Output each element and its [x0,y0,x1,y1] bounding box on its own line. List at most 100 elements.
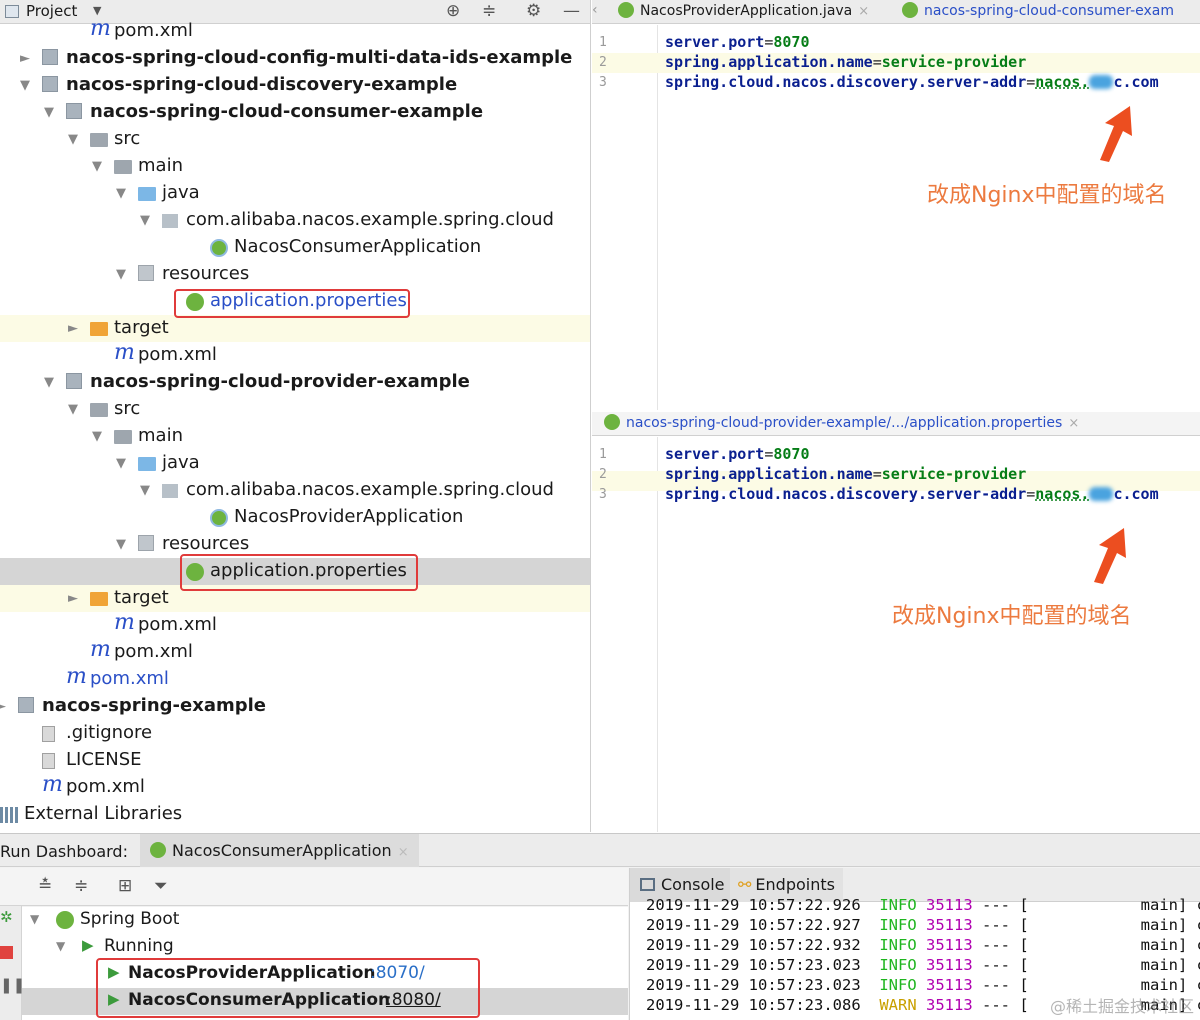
tree-item[interactable]: LICENSE [0,747,590,774]
chevron-down-icon[interactable]: ▼ [92,159,102,174]
log-line: 2019-11-29 10:57:22.926 INFO 35113 --- [… [646,896,1200,914]
log-pid: 35113 [926,976,973,994]
log-thread: main [1140,956,1178,974]
tree-item[interactable]: ▼ java [0,450,590,477]
tree-item-label: com.alibaba.nacos.example.spring.cloud [186,479,554,500]
tree-item[interactable]: m pom.xml [0,664,590,693]
tree-item[interactable]: ► nacos-spring-cloud-config-multi-data-id… [0,45,590,72]
tree-item[interactable]: ▼ src [0,126,590,153]
log-thread: main [1140,916,1178,934]
highlight-box-consumer-properties [174,289,410,318]
chevron-down-icon[interactable]: ▼ [140,483,150,498]
chevron-down-icon[interactable]: ▼ [20,78,30,93]
line-number: 2 [599,467,607,482]
tree-running[interactable]: ▼ ▶ Running [22,934,628,961]
chevron-down-icon[interactable]: ▼ [116,537,126,552]
tree-spring-boot[interactable]: ▼ Spring Boot [22,907,628,934]
tree-item[interactable]: m pom.xml [0,610,590,639]
chevron-down-icon[interactable]: ▼ [30,912,39,926]
close-icon[interactable]: × [1068,416,1079,431]
tree-item[interactable]: ▼ nacos-spring-cloud-provider-example [0,369,590,396]
chevron-right-icon[interactable]: ► [68,321,78,336]
package-icon [162,214,178,228]
redacted-blur [1089,487,1114,501]
code-line[interactable]: spring.cloud.nacos.discovery.server-addr… [665,73,1159,91]
close-icon[interactable]: × [398,845,409,860]
code-line[interactable]: spring.application.name=service-provider [665,465,1026,483]
tree-item[interactable]: NacosProviderApplication [0,504,590,531]
tree-item[interactable]: ► nacos-spring-example [0,693,590,720]
chevron-down-icon[interactable]: ▼ [116,186,126,201]
tab-provider-properties[interactable]: nacos-spring-cloud-provider-example/.../… [604,412,1079,436]
chevron-down-icon[interactable]: ▼ [68,402,78,417]
folder-icon [114,160,132,174]
source-folder-icon [138,187,156,201]
debug-icon[interactable]: ✲ [0,908,13,926]
tree-item[interactable]: ▼ java [0,180,590,207]
property-key: spring.cloud.nacos.discovery.server-addr [665,485,1027,503]
code-line[interactable]: server.port=8070 [665,33,810,51]
scroll-left-icon[interactable]: ‹ [592,0,598,24]
spring-boot-class-icon [210,509,228,527]
tab-provider-application-java[interactable]: NacosProviderApplication.java × [618,0,869,24]
chevron-right-icon[interactable]: ► [0,699,6,714]
chevron-down-icon[interactable]: ▼ [44,375,54,390]
log-pid: 35113 [926,956,973,974]
tree-item[interactable]: m pom.xml [0,637,590,666]
tree-item[interactable]: m pom.xml [0,340,590,369]
property-value: 8070 [773,445,810,463]
chevron-down-icon[interactable]: ▼ [44,105,54,120]
tab-consumer-properties[interactable]: nacos-spring-cloud-consumer-exam [902,0,1174,24]
chevron-right-icon[interactable]: ► [20,51,30,66]
tree-item[interactable]: ▼ com.alibaba.nacos.example.spring.cloud [0,207,590,234]
chevron-down-icon[interactable]: ▼ [92,429,102,444]
line-number: 2 [599,55,607,70]
tree-item-label: pom.xml [90,668,169,689]
tree-item[interactable]: ▼ resources [0,261,590,288]
tree-item[interactable]: ▼ nacos-spring-cloud-consumer-example [0,99,590,126]
close-icon[interactable]: × [858,4,869,19]
property-value: 8070 [773,33,810,51]
tree-item[interactable]: ▼ main [0,153,590,180]
tree-item[interactable]: ▼ main [0,423,590,450]
console-panel: Console ⚯ Endpoints 2019-11-29 10:57:22.9… [629,868,1200,1020]
file-icon [42,726,55,742]
tree-item[interactable]: ► target [0,315,590,342]
filter-icon[interactable]: ⏷ [154,876,168,896]
tree-item[interactable]: m pom.xml [0,16,590,45]
chevron-down-icon[interactable]: ▼ [116,456,126,471]
file-icon [42,753,55,769]
property-key: spring.cloud.nacos.discovery.server-addr [665,73,1027,91]
collapse-all-icon[interactable]: ≑ [74,876,88,896]
code-line[interactable]: spring.application.name=service-provider [665,53,1026,71]
tree-item[interactable]: NacosConsumerApplication [0,234,590,261]
code-line[interactable]: server.port=8070 [665,445,810,463]
chevron-down-icon[interactable]: ▼ [116,267,126,282]
log-date: 2019-11-29 [646,936,740,954]
maven-icon: m [114,610,135,635]
tree-item[interactable]: ▼External Libraries [0,801,590,828]
group-icon[interactable]: ⊞ [118,876,132,896]
tab-consumer-application[interactable]: NacosConsumerApplication × [140,834,419,867]
chevron-down-icon[interactable]: ▼ [140,213,150,228]
chevron-down-icon[interactable]: ▼ [68,132,78,147]
tree-item-label: LICENSE [66,749,142,770]
tree-item-label: pom.xml [114,641,193,662]
log-date: 2019-11-29 [646,916,740,934]
watermark: @稀土掘金技术社区 [1049,997,1194,1016]
log-line: 2019-11-29 10:57:22.932 INFO 35113 --- [… [646,936,1200,954]
code-line[interactable]: spring.cloud.nacos.discovery.server-addr… [665,485,1159,503]
tree-item[interactable]: ▼ com.alibaba.nacos.example.spring.cloud [0,477,590,504]
chevron-right-icon[interactable]: ► [68,591,78,606]
tree-item[interactable]: ▼ src [0,396,590,423]
chevron-down-icon[interactable]: ▼ [56,939,65,953]
tree-item[interactable]: ▼ nacos-spring-cloud-discovery-example [0,72,590,99]
line-number: 1 [599,447,607,462]
stop-icon[interactable] [0,946,13,959]
tree-item[interactable]: .gitignore [0,720,590,747]
editor-tab-bar: ‹ NacosProviderApplication.java × nacos-s… [592,0,1200,24]
spring-boot-class-icon [618,2,634,18]
redacted-blur [1089,75,1114,89]
expand-all-icon[interactable]: ≛ [38,876,52,896]
tree-item[interactable]: m pom.xml [0,772,590,801]
